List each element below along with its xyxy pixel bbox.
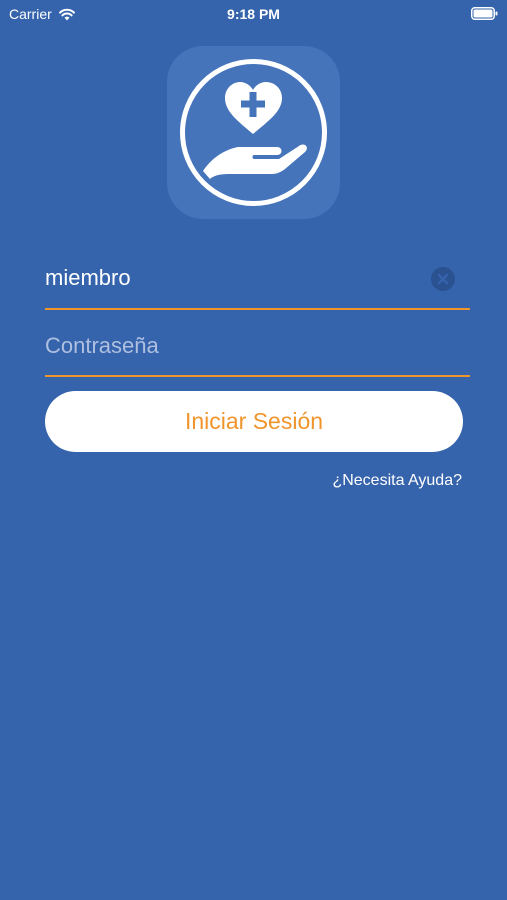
username-input[interactable]: miembro — [45, 265, 131, 291]
clear-circle-icon[interactable] — [431, 267, 455, 291]
help-link[interactable]: ¿Necesita Ayuda? — [332, 472, 462, 490]
login-button[interactable]: Iniciar Sesión — [45, 391, 463, 452]
password-field[interactable]: Contraseña — [45, 320, 470, 377]
battery-icon — [471, 7, 498, 20]
status-time: 9:18 PM — [227, 6, 280, 22]
status-bar: Carrier 9:18 PM — [0, 0, 507, 28]
app-logo — [167, 46, 340, 219]
heart-plus-hand-icon — [180, 59, 327, 206]
login-button-label: Iniciar Sesión — [184, 408, 324, 434]
username-field[interactable]: miembro — [45, 252, 470, 310]
password-placeholder[interactable]: Contraseña — [45, 333, 159, 359]
